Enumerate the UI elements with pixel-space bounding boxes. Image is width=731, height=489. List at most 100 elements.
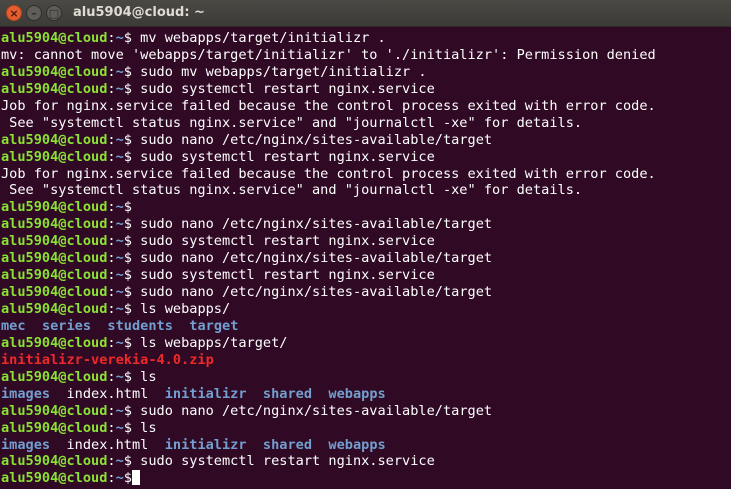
prompt-colon: : bbox=[107, 233, 116, 250]
ls-directory-entry: series bbox=[41, 317, 92, 334]
command-line: alu5904@cloud:~$ sudo systemctl restart … bbox=[1, 149, 731, 166]
prompt-user-host: alu5904@cloud bbox=[1, 199, 108, 216]
command-line: alu5904@cloud:~$ sudo nano /etc/nginx/si… bbox=[1, 403, 731, 420]
prompt-colon: : bbox=[107, 284, 116, 301]
ls-directory-entry: students bbox=[107, 317, 173, 334]
prompt-path: ~ bbox=[115, 199, 124, 216]
terminal-output[interactable]: alu5904@cloud:~$ mv webapps/target/initi… bbox=[1, 30, 731, 489]
command-text: ls bbox=[131, 368, 157, 385]
prompt-symbol: $ bbox=[123, 368, 132, 385]
prompt-path: ~ bbox=[115, 267, 124, 284]
ls-directory-entry: mec bbox=[1, 317, 26, 334]
command-line: alu5904@cloud:~$ sudo systemctl restart … bbox=[1, 267, 731, 284]
command-text: sudo systemctl restart nginx.service bbox=[131, 80, 435, 97]
maximize-button[interactable]: □ bbox=[46, 5, 62, 21]
command-line: alu5904@cloud:~$ mv webapps/target/initi… bbox=[1, 30, 731, 47]
title-bar[interactable]: × – □ alu5904@cloud: ~ bbox=[0, 0, 731, 27]
prompt-path: ~ bbox=[115, 301, 124, 317]
prompt-colon: : bbox=[107, 419, 116, 436]
prompt-user-host: alu5904@cloud bbox=[1, 30, 108, 46]
prompt-colon: : bbox=[107, 334, 116, 351]
prompt-path: ~ bbox=[115, 250, 124, 267]
prompt-path: ~ bbox=[115, 402, 124, 419]
command-line: alu5904@cloud:~$ sudo systemctl restart … bbox=[1, 453, 731, 470]
ls-file-entry: index.html bbox=[66, 436, 149, 453]
close-button[interactable]: × bbox=[6, 5, 22, 21]
ls-directory-entry: target bbox=[189, 317, 239, 334]
prompt-colon: : bbox=[107, 301, 116, 317]
output-line: See "systemctl status nginx.service" and… bbox=[1, 182, 731, 199]
output-line: See "systemctl status nginx.service" and… bbox=[1, 115, 731, 132]
command-line: alu5904@cloud:~$ sudo systemctl restart … bbox=[1, 233, 731, 250]
prompt-symbol: $ bbox=[123, 250, 132, 267]
prompt-symbol: $ bbox=[123, 233, 132, 250]
output-text: See "systemctl status nginx.service" and… bbox=[1, 182, 583, 199]
output-text: mv: cannot move 'webapps/target/initiali… bbox=[1, 46, 656, 63]
ls-directory-entry: webapps bbox=[328, 436, 386, 453]
ls-directory-entry: images bbox=[1, 385, 51, 402]
command-text: ls bbox=[131, 419, 157, 436]
prompt-symbol: $ bbox=[123, 80, 132, 97]
command-line: alu5904@cloud:~$ ls webapps/ bbox=[1, 301, 731, 318]
command-line: alu5904@cloud:~$ sudo mv webapps/target/… bbox=[1, 64, 731, 81]
prompt-symbol: $ bbox=[123, 131, 132, 148]
command-line: alu5904@cloud:~$ sudo nano /etc/nginx/si… bbox=[1, 132, 731, 149]
output-text: Job for nginx.service failed because the… bbox=[1, 97, 656, 114]
minimize-icon: – bbox=[31, 6, 37, 20]
command-line: alu5904@cloud:~$ sudo nano /etc/nginx/si… bbox=[1, 250, 731, 267]
ls-archive-entry: initializr-verekia-4.0.zip bbox=[1, 351, 214, 368]
prompt-path: ~ bbox=[115, 216, 124, 233]
prompt-symbol: $ bbox=[123, 267, 132, 284]
prompt-colon: : bbox=[107, 453, 116, 470]
prompt-path: ~ bbox=[115, 334, 124, 351]
ls-output-line: initializr-verekia-4.0.zip bbox=[1, 352, 731, 369]
prompt-user-host: alu5904@cloud bbox=[1, 402, 108, 419]
output-text: Job for nginx.service failed because the… bbox=[1, 165, 656, 182]
prompt-colon: : bbox=[107, 30, 116, 46]
prompt-colon: : bbox=[107, 199, 116, 216]
output-line: mv: cannot move 'webapps/target/initiali… bbox=[1, 47, 731, 64]
prompt-colon: : bbox=[107, 80, 116, 97]
ls-file-entry: index.html bbox=[66, 385, 149, 402]
prompt-symbol: $ bbox=[123, 402, 132, 419]
minimize-button[interactable]: – bbox=[26, 5, 42, 21]
command-line: alu5904@cloud:~$ sudo systemctl restart … bbox=[1, 81, 731, 98]
command-text: sudo nano /etc/nginx/sites-available/tar… bbox=[131, 216, 493, 233]
prompt-user-host: alu5904@cloud bbox=[1, 453, 108, 470]
prompt-path: ~ bbox=[115, 80, 124, 97]
prompt-user-host: alu5904@cloud bbox=[1, 284, 108, 301]
prompt-symbol: $ bbox=[123, 63, 132, 80]
command-line: alu5904@cloud:~$ sudo nano /etc/nginx/si… bbox=[1, 284, 731, 301]
prompt-user-host: alu5904@cloud bbox=[1, 301, 108, 317]
command-line: alu5904@cloud:~$ sudo nano /etc/nginx/si… bbox=[1, 216, 731, 233]
prompt-path: ~ bbox=[115, 419, 124, 436]
prompt-user-host: alu5904@cloud bbox=[1, 233, 108, 250]
command-text: sudo nano /etc/nginx/sites-available/tar… bbox=[131, 402, 493, 419]
ls-output-line: mec series students target bbox=[1, 318, 731, 335]
cursor bbox=[131, 470, 140, 486]
command-text: ls webapps/target/ bbox=[131, 334, 288, 351]
prompt-user-host: alu5904@cloud bbox=[1, 250, 108, 267]
command-text: sudo nano /etc/nginx/sites-available/tar… bbox=[131, 284, 493, 301]
prompt-symbol: $ bbox=[123, 334, 132, 351]
ls-directory-entry: shared bbox=[262, 385, 313, 402]
prompt-symbol: $ bbox=[123, 284, 132, 301]
command-text: sudo mv webapps/target/initializr . bbox=[131, 63, 427, 80]
prompt-colon: : bbox=[107, 131, 116, 148]
prompt-symbol: $ bbox=[123, 148, 132, 165]
prompt-symbol: $ bbox=[123, 301, 132, 317]
prompt-symbol: $ bbox=[123, 216, 132, 233]
prompt-user-host: alu5904@cloud bbox=[1, 63, 108, 80]
prompt-path: ~ bbox=[115, 63, 124, 80]
ls-output-line: images index.html initializr shared weba… bbox=[1, 437, 731, 454]
prompt-user-host: alu5904@cloud bbox=[1, 419, 108, 436]
ls-directory-entry: webapps bbox=[328, 385, 386, 402]
prompt-colon: : bbox=[107, 368, 116, 385]
output-line: Job for nginx.service failed because the… bbox=[1, 166, 731, 183]
prompt-user-host: alu5904@cloud bbox=[1, 267, 108, 284]
prompt-path: ~ bbox=[115, 148, 124, 165]
prompt-path: ~ bbox=[115, 233, 124, 250]
ls-directory-entry: images bbox=[1, 436, 51, 453]
ls-directory-entry: initializr bbox=[164, 436, 247, 453]
ls-output-line: images index.html initializr shared weba… bbox=[1, 386, 731, 403]
